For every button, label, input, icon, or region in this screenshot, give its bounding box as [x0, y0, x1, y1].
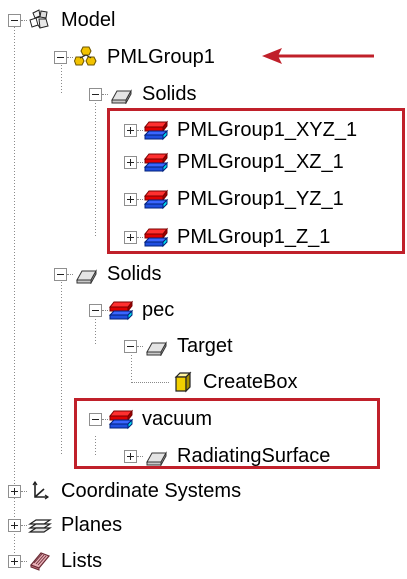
tree-node-planes[interactable]: Planes — [8, 509, 124, 541]
tree-node-label: PMLGroup1_XZ_1 — [177, 151, 344, 173]
expand-toggle[interactable] — [124, 123, 137, 137]
model-tree: Model PMLGroup1 Solids PMLGroup1_XYZ_1 P… — [0, 0, 407, 579]
tree-node-label: RadiatingSurface — [177, 445, 331, 467]
collapse-toggle[interactable] — [89, 87, 102, 101]
solid-part-icon — [143, 225, 169, 249]
tree-node-label: vacuum — [142, 408, 213, 430]
solid-part-icon — [108, 407, 134, 431]
tree-node-pmlgroup1-z-1[interactable]: PMLGroup1_Z_1 — [124, 221, 332, 253]
tree-node-label: Coordinate Systems — [61, 480, 242, 502]
tree-node-solids[interactable]: Solids — [54, 258, 163, 290]
tree-node-pmlgroup1-xyz-1[interactable]: PMLGroup1_XYZ_1 — [124, 114, 359, 146]
tree-node-label: Target — [177, 335, 233, 357]
tree-node-lists[interactable]: Lists — [8, 545, 104, 577]
tree-node-label: Solids — [107, 263, 162, 285]
solids-folder-icon — [143, 444, 169, 468]
planes-icon — [27, 513, 53, 537]
tree-connector — [131, 381, 169, 383]
collapse-toggle[interactable] — [54, 50, 67, 64]
solids-folder-icon — [108, 82, 134, 106]
expand-toggle[interactable] — [124, 155, 137, 169]
tree-node-vacuum[interactable]: vacuum — [89, 403, 214, 435]
expand-toggle[interactable] — [124, 449, 137, 463]
tree-node-createbox[interactable]: CreateBox — [131, 366, 300, 398]
tree-node-pmlgroup1[interactable]: PMLGroup1 — [54, 41, 217, 73]
tree-node-pmlgroup1-yz-1[interactable]: PMLGroup1_YZ_1 — [124, 183, 346, 215]
tree-node-label: Solids — [142, 83, 197, 105]
solids-folder-icon — [143, 334, 169, 358]
tree-node-pec[interactable]: pec — [89, 294, 176, 326]
tree-node-label: PMLGroup1 — [107, 46, 215, 68]
tree-node-label: Lists — [61, 550, 103, 572]
collapse-toggle[interactable] — [89, 303, 102, 317]
tree-node-label: PMLGroup1_Z_1 — [177, 226, 331, 248]
collapse-toggle[interactable] — [89, 412, 102, 426]
tree-node-label: PMLGroup1_XYZ_1 — [177, 119, 358, 141]
solid-part-icon — [108, 298, 134, 322]
solid-part-icon — [143, 150, 169, 174]
tree-node-label: Model — [61, 9, 116, 31]
expand-toggle[interactable] — [8, 554, 21, 568]
tree-node-radiating-surface[interactable]: RadiatingSurface — [124, 440, 332, 472]
collapse-toggle[interactable] — [124, 339, 137, 353]
axes-icon — [27, 479, 53, 503]
model-icon — [27, 8, 53, 32]
expand-toggle[interactable] — [124, 192, 137, 206]
group-icon — [73, 45, 99, 69]
expand-toggle[interactable] — [8, 484, 21, 498]
tree-node-pmlgroup1-xz-1[interactable]: PMLGroup1_XZ_1 — [124, 146, 346, 178]
tree-node-label: PMLGroup1_YZ_1 — [177, 188, 344, 210]
solid-part-icon — [143, 187, 169, 211]
tree-node-target[interactable]: Target — [124, 330, 235, 362]
expand-toggle[interactable] — [8, 518, 21, 532]
tree-node-model[interactable]: Model — [8, 4, 117, 36]
expand-toggle[interactable] — [124, 230, 137, 244]
tree-node-coordinate-systems[interactable]: Coordinate Systems — [8, 475, 243, 507]
tree-node-label: pec — [142, 299, 175, 321]
tree-node-pml-solids[interactable]: Solids — [89, 78, 198, 110]
tree-node-label: CreateBox — [203, 371, 298, 393]
box-icon — [169, 370, 195, 394]
solid-part-icon — [143, 118, 169, 142]
collapse-toggle[interactable] — [54, 267, 67, 281]
solids-folder-icon — [73, 262, 99, 286]
tree-node-label: Planes — [61, 514, 123, 536]
annotation-arrow-icon — [262, 48, 374, 64]
lists-icon — [27, 549, 53, 573]
collapse-toggle[interactable] — [8, 13, 21, 27]
